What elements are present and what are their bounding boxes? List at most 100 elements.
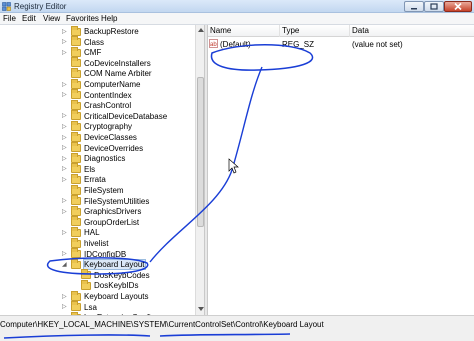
column-type[interactable]: Type [280,25,350,37]
tree-node-label: CrashControl [84,101,132,111]
value-type: REG_SZ [282,40,315,49]
folder-icon [71,142,81,153]
tree-node-label: GroupOrderList [84,217,140,227]
tree-node-label: Keyboard Layouts [84,292,149,301]
expand-arrow-icon[interactable]: ▷ [62,229,68,237]
folder-icon [81,279,91,290]
tree-node-label: FileSystemUtilities [84,196,150,206]
folder-icon [71,152,81,163]
tree-node-label: Errata [84,175,106,185]
expand-arrow-icon[interactable]: ▷ [62,123,68,131]
menu-bar: File Edit View Favorites Help [0,13,474,25]
tree-node[interactable]: ▷ CMF [62,46,102,58]
title-bar[interactable]: Registry Editor [0,0,474,13]
folder-icon [71,110,81,121]
expand-arrow-icon[interactable]: ▷ [62,293,68,301]
registry-editor-icon [2,2,11,11]
tree-node-label: hivelist [84,239,109,248]
folder-icon [71,301,81,312]
value-data: (value not set) [352,40,403,49]
tree-node-label: ContentIndex [84,90,132,100]
tree-node[interactable]: hivelist [62,237,109,249]
expand-arrow-icon[interactable]: ▷ [62,38,68,46]
tree-node-label: Class [84,37,105,47]
expand-arrow-icon[interactable]: ▷ [62,49,68,57]
tree-node-label: Lsa [84,302,97,312]
tree-node-label: CoDeviceInstallers [84,58,151,68]
folder-icon [71,25,81,36]
expand-arrow-icon[interactable]: ▷ [62,91,68,99]
expand-arrow-icon[interactable]: ▷ [62,28,68,36]
column-name[interactable]: Name [208,25,280,37]
tree-scrollbar-thumb[interactable] [197,77,204,227]
expand-arrow-icon[interactable]: ▷ [62,81,68,89]
expand-arrow-icon[interactable]: ▷ [62,134,68,142]
folder-icon [71,237,81,248]
window-title: Registry Editor [14,2,67,11]
folder-icon [71,57,81,68]
menu-edit[interactable]: Edit [22,13,36,25]
tree-node-label: IDConfigDB [84,249,127,259]
tree-node-label: CMF [84,48,102,58]
folder-icon [71,89,81,100]
tree-node-label: HAL [84,228,100,238]
close-button[interactable] [444,1,472,12]
expand-arrow-icon[interactable]: ▷ [62,250,68,258]
tree-node-label: COM Name Arbiter [84,69,152,79]
tree-node[interactable]: ▷ Els [62,163,95,175]
tree-node-label: Diagnostics [84,154,126,164]
tree-node[interactable]: ◢ Keyboard Layout [62,258,146,271]
expand-arrow-icon[interactable]: ▷ [62,155,68,163]
expand-arrow-icon[interactable]: ▷ [62,303,68,311]
menu-favorites[interactable]: Favorites [66,13,99,25]
tree-node[interactable]: DosKeybIDs [72,279,139,291]
minimize-icon [411,7,417,9]
expand-arrow-icon[interactable]: ▷ [62,176,68,184]
tree-node-label: Keyboard Layout [83,259,146,271]
tree-node[interactable]: ▷ Class [62,36,105,48]
tree-node-label: ComputerName [84,80,141,89]
tree-node-label: GraphicsDrivers [84,207,142,217]
expand-arrow-icon[interactable]: ▷ [62,165,68,173]
folder-icon [71,131,81,142]
folder-icon [71,99,81,110]
value-row[interactable]: ab (Default) REG_SZ (value not set) [208,39,474,51]
status-bar: Computer\HKEY_LOCAL_MACHINE\SYSTEM\Curre… [0,315,474,341]
folder-icon [71,173,81,184]
expand-arrow-icon[interactable]: ◢ [62,261,68,269]
folder-icon [71,78,81,89]
values-list[interactable]: Name Type Data ab (Default) REG_SZ (valu… [208,25,474,315]
folder-icon [71,46,81,57]
menu-help[interactable]: Help [101,13,117,25]
tree-scrollbar[interactable] [195,25,204,315]
tree-node[interactable]: ▷ Lsa [62,301,97,313]
folder-icon [71,195,81,206]
maximize-button[interactable] [424,1,444,12]
menu-view[interactable]: View [43,13,60,25]
folder-icon [81,269,91,280]
folder-icon [71,205,81,216]
column-data[interactable]: Data [350,25,474,37]
key-tree[interactable]: ▷ BackupRestore ▷ Class ▷ CMF CoDeviceInstalle… [0,25,204,315]
tree-node[interactable]: ▷ HAL [62,226,100,238]
tree-node[interactable]: ▷ Errata [62,173,106,185]
folder-icon [71,36,81,47]
folder-icon [71,163,81,174]
value-name: (Default) [220,40,251,49]
folder-icon [71,216,81,227]
folder-icon [71,120,81,131]
expand-arrow-icon[interactable]: ▷ [62,112,68,120]
expand-arrow-icon[interactable]: ▷ [62,144,68,152]
tree-node-label: DosKeybIDs [94,281,139,291]
expand-arrow-icon[interactable]: ▷ [62,197,68,205]
tree-node-label: DeviceOverrides [84,143,144,153]
tree-node-label: DeviceClasses [84,133,137,142]
minimize-button[interactable] [404,1,424,12]
maximize-icon [430,3,438,10]
expand-arrow-icon[interactable]: ▷ [62,208,68,216]
menu-file[interactable]: File [3,13,16,25]
